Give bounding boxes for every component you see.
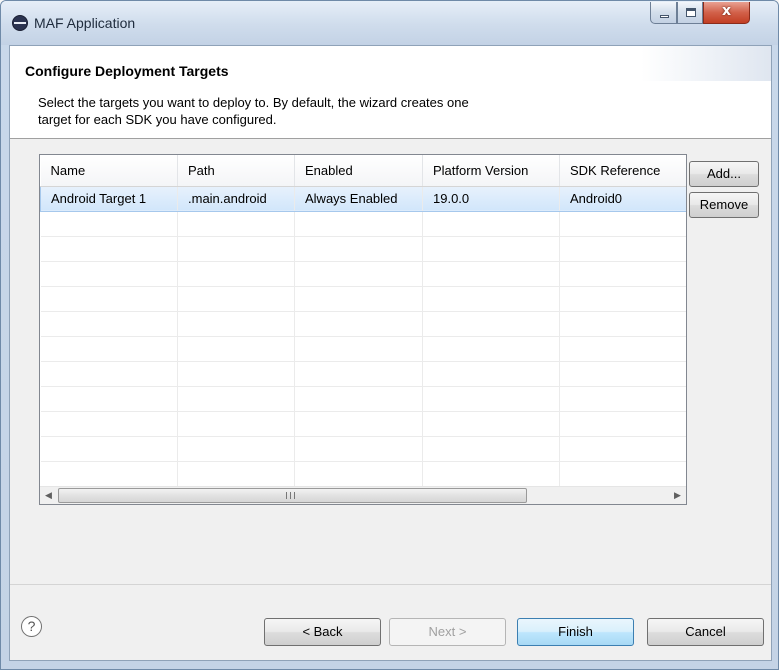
scroll-right-icon[interactable]: ▶ [669, 487, 686, 504]
wizard-header: Configure Deployment Targets Select the … [10, 46, 771, 139]
cell-sdk-reference[interactable]: Android0 [559, 186, 686, 212]
table-row[interactable]: Android Target 1 .main.android Always En… [40, 186, 686, 212]
empty-row [40, 311, 686, 337]
targets-grid: Name Path Enabled Platform Version SDK R… [40, 155, 686, 487]
footer-divider [10, 584, 771, 585]
scroll-left-icon[interactable]: ◀ [40, 487, 57, 504]
column-header-sdk-reference[interactable]: SDK Reference [559, 155, 686, 187]
finish-button[interactable]: Finish [517, 618, 634, 646]
empty-row [40, 461, 686, 487]
maximize-button[interactable] [677, 2, 703, 24]
empty-row [40, 436, 686, 462]
empty-row [40, 211, 686, 237]
column-header-name[interactable]: Name [40, 155, 178, 187]
close-button[interactable]: x [703, 2, 750, 24]
empty-row [40, 336, 686, 362]
page-description: Select the targets you want to deploy to… [38, 94, 598, 128]
empty-row [40, 411, 686, 437]
cell-name[interactable]: Android Target 1 [40, 186, 178, 212]
maximize-icon [686, 8, 696, 17]
table-header-row: Name Path Enabled Platform Version SDK R… [40, 155, 686, 187]
cancel-button[interactable]: Cancel [647, 618, 764, 646]
column-header-path[interactable]: Path [177, 155, 295, 187]
application-window: MAF Application x Configure Deployment T… [0, 0, 779, 670]
column-header-enabled[interactable]: Enabled [294, 155, 423, 187]
cell-path[interactable]: .main.android [177, 186, 295, 212]
minimize-icon [660, 15, 669, 18]
app-icon [12, 15, 28, 31]
description-line-1: Select the targets you want to deploy to… [38, 95, 469, 110]
empty-row [40, 286, 686, 312]
back-button[interactable]: < Back [264, 618, 381, 646]
next-button[interactable]: Next > [389, 618, 506, 646]
empty-row [40, 261, 686, 287]
targets-table[interactable]: Name Path Enabled Platform Version SDK R… [39, 154, 687, 505]
add-button[interactable]: Add... [689, 161, 759, 187]
horizontal-scrollbar[interactable]: ◀ ▶ [40, 486, 686, 504]
scrollbar-grip [286, 492, 295, 499]
title-bar[interactable]: MAF Application x [1, 1, 778, 45]
empty-row [40, 236, 686, 262]
wizard-dialog: Configure Deployment Targets Select the … [9, 45, 772, 661]
scrollbar-thumb[interactable] [58, 488, 527, 503]
cell-platform-version[interactable]: 19.0.0 [422, 186, 560, 212]
empty-row [40, 361, 686, 387]
remove-button[interactable]: Remove [689, 192, 759, 218]
column-header-platform-version[interactable]: Platform Version [422, 155, 560, 187]
window-title: MAF Application [34, 15, 136, 31]
minimize-button[interactable] [650, 2, 677, 24]
description-line-2: target for each SDK you have configured. [38, 112, 277, 127]
cell-enabled[interactable]: Always Enabled [294, 186, 423, 212]
help-icon[interactable]: ? [21, 616, 42, 637]
empty-row [40, 386, 686, 412]
page-title: Configure Deployment Targets [25, 63, 229, 79]
close-icon: x [721, 3, 732, 19]
